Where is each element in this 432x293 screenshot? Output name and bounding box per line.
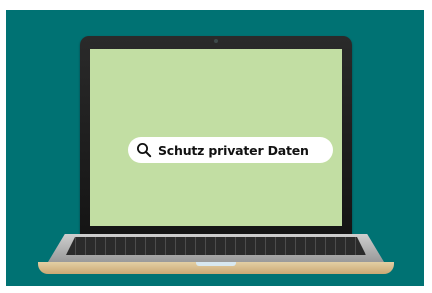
search-query: Schutz privater Daten <box>158 142 309 158</box>
keyboard <box>66 237 366 255</box>
webcam-icon <box>214 39 218 43</box>
laptop-screen: Schutz privater Daten <box>90 49 342 226</box>
search-icon <box>137 143 152 158</box>
search-bar[interactable]: Schutz privater Daten <box>128 137 333 163</box>
laptop-lid: Schutz privater Daten <box>80 36 352 239</box>
trackpad-notch <box>196 262 236 266</box>
